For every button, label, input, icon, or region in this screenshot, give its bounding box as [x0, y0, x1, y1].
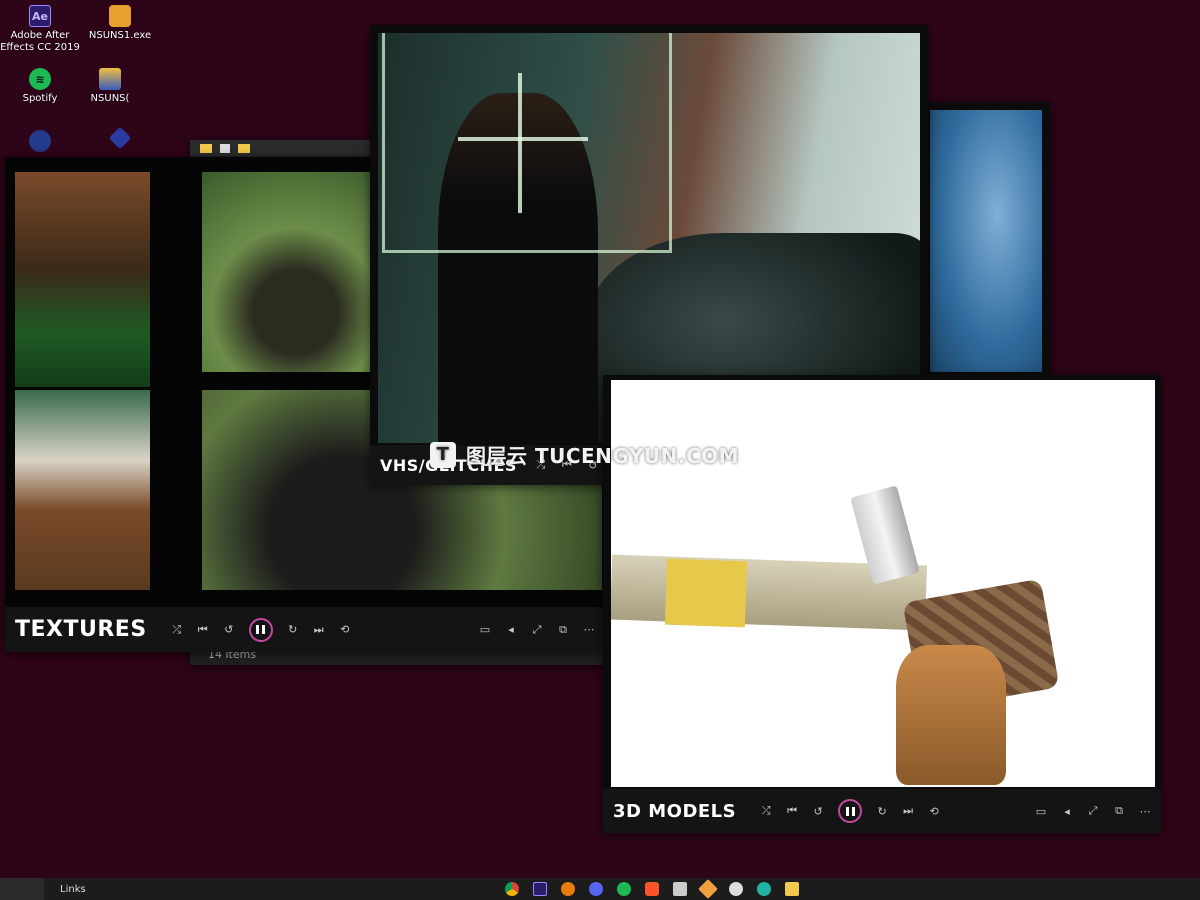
- spotify-icon: ≋: [29, 68, 51, 90]
- glitch-bracket: [382, 33, 672, 253]
- player-controls: TEXTURES ⤮ ⏮ ↺ ↻ ⏭ ⟲ ▭ ◂ ⤢ ⧉ ⋯: [5, 607, 605, 652]
- after-effects-task-icon[interactable]: [533, 882, 547, 896]
- app-icon[interactable]: [757, 882, 771, 896]
- brave-icon[interactable]: [645, 882, 659, 896]
- film-cell: [202, 172, 372, 372]
- nsuns-icon: [99, 68, 121, 90]
- discord-icon[interactable]: [589, 882, 603, 896]
- volume-icon[interactable]: ◂: [1061, 805, 1073, 818]
- prev-icon[interactable]: ⏮: [786, 804, 798, 818]
- spotify-task-icon[interactable]: [617, 882, 631, 896]
- shuffle-icon[interactable]: ⤮: [171, 623, 183, 637]
- more-icon[interactable]: ⋯: [583, 623, 595, 636]
- desktop-icon-label: NSUNS(: [90, 93, 130, 104]
- fullscreen-icon[interactable]: ⤢: [531, 623, 543, 637]
- blue-video-window[interactable]: [925, 102, 1050, 377]
- desktop-icon-after-effects[interactable]: Ae Adobe After Effects CC 2019: [0, 5, 80, 54]
- volume-icon[interactable]: ◂: [505, 623, 517, 636]
- rewind-icon[interactable]: ↺: [223, 623, 235, 636]
- loop-icon[interactable]: ⟲: [339, 623, 351, 636]
- film-cell: [15, 390, 150, 590]
- fullscreen-icon[interactable]: ⤢: [1087, 804, 1099, 818]
- git-icon[interactable]: [698, 879, 718, 899]
- after-effects-icon: Ae: [29, 5, 51, 27]
- file-icon: [220, 143, 230, 153]
- next-icon[interactable]: ⏭: [313, 623, 325, 637]
- start-button[interactable]: [0, 878, 44, 900]
- folder-icon[interactable]: [785, 882, 799, 896]
- desktop-icon-penguin[interactable]: [0, 130, 80, 155]
- loop-icon[interactable]: ⟲: [928, 805, 940, 818]
- player-controls: 3D MODELS ⤮ ⏮ ↺ ↻ ⏭ ⟲ ▭ ◂ ⤢ ⧉ ⋯: [603, 789, 1161, 833]
- links-toolbar[interactable]: Links: [60, 884, 86, 895]
- taskbar: Links: [0, 878, 1200, 900]
- pause-icon[interactable]: [838, 799, 863, 823]
- desktop-icon-label: Spotify: [22, 93, 58, 104]
- penguin-icon: [29, 130, 51, 152]
- watermark: T 图层云 TUCENGYUN.COM: [430, 440, 739, 469]
- money-band: [664, 558, 748, 628]
- shuffle-icon[interactable]: ⤮: [760, 804, 772, 818]
- nsuns1-icon: [109, 5, 131, 27]
- pip-icon[interactable]: ⧉: [557, 623, 569, 637]
- desktop-icon-network[interactable]: [80, 126, 160, 150]
- desktop-icon-spotify[interactable]: ≋ Spotify: [0, 68, 80, 105]
- file-icon[interactable]: [673, 882, 687, 896]
- pause-icon[interactable]: [248, 617, 273, 642]
- watermark-logo-icon: T: [430, 441, 456, 468]
- next-icon[interactable]: ⏭: [902, 804, 914, 818]
- forward-icon[interactable]: ↻: [287, 623, 299, 636]
- folder-icon: [238, 143, 250, 153]
- pip-icon[interactable]: ⧉: [1113, 804, 1125, 818]
- boot: [896, 645, 1006, 785]
- player-title: 3D MODELS: [613, 800, 737, 822]
- obs-icon[interactable]: [729, 882, 743, 896]
- network-icon: [108, 126, 132, 150]
- chrome-icon[interactable]: [505, 882, 519, 896]
- subtitles-icon[interactable]: ▭: [1035, 805, 1047, 818]
- film-cell: [15, 172, 150, 387]
- prev-icon[interactable]: ⏮: [197, 623, 209, 637]
- desktop-icon-nsuns[interactable]: NSUNS(: [70, 68, 150, 105]
- watermark-text: 图层云 TUCENGYUN.COM: [466, 444, 740, 468]
- video-frame: [930, 110, 1042, 372]
- desktop-icon-nsuns1[interactable]: NSUNS1.exe: [80, 5, 160, 42]
- taskbar-apps: [505, 879, 799, 899]
- folder-icon: [200, 143, 212, 153]
- desktop-icon-label: NSUNS1.exe: [88, 30, 152, 41]
- blender-icon[interactable]: [561, 882, 575, 896]
- forward-icon[interactable]: ↻: [876, 805, 888, 818]
- desktop-icon-label: Adobe After Effects CC 2019: [0, 30, 80, 53]
- more-icon[interactable]: ⋯: [1139, 805, 1151, 818]
- player-title: TEXTURES: [15, 617, 147, 642]
- subtitles-icon[interactable]: ▭: [479, 623, 491, 636]
- rewind-icon[interactable]: ↺: [812, 805, 824, 818]
